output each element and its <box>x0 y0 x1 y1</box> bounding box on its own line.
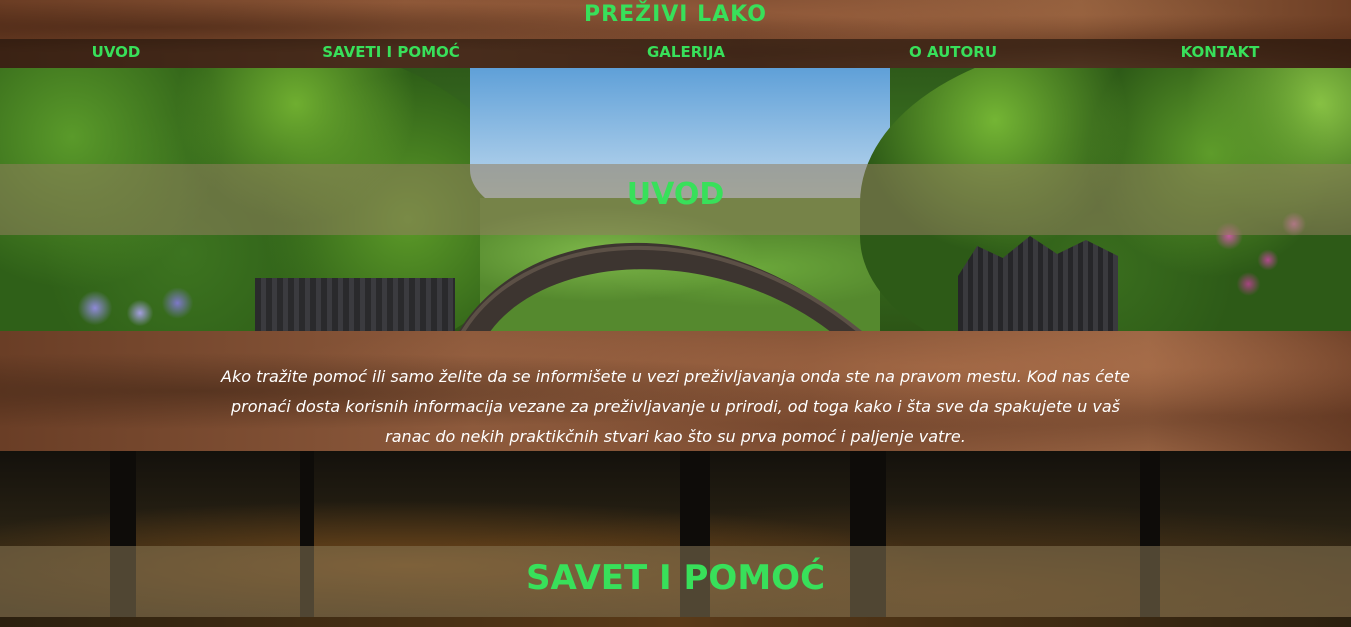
main-nav: UVOD SAVETI I POMOĆ GALERIJA O AUTORU KO… <box>0 39 1351 68</box>
purple-flowers <box>50 283 200 331</box>
intro-paragraph: Ako tražite pomoć ili samo želite da se … <box>221 367 1130 446</box>
nav-item-galerija[interactable]: GALERIJA <box>647 39 725 68</box>
section-heading-uvod: UVOD <box>0 164 1351 235</box>
section-heading-savet-i-pomoc: SAVET I POMOĆ <box>0 546 1351 617</box>
nav-item-uvod[interactable]: UVOD <box>92 39 141 68</box>
bottom-strip <box>0 617 1351 627</box>
site-header: PREŽIVI LAKO UVOD SAVETI I POMOĆ GALERIJ… <box>0 0 1351 68</box>
basalt-rocks-right <box>958 236 1118 331</box>
nav-item-saveti-i-pomoc[interactable]: SAVETI I POMOĆ <box>322 39 460 68</box>
nav-item-kontakt[interactable]: KONTAKT <box>1181 39 1260 68</box>
site-title: PREŽIVI LAKO <box>584 2 767 27</box>
intro-section: Ako tražite pomoć ili samo želite da se … <box>0 331 1351 451</box>
nav-item-o-autoru[interactable]: O AUTORU <box>909 39 997 68</box>
